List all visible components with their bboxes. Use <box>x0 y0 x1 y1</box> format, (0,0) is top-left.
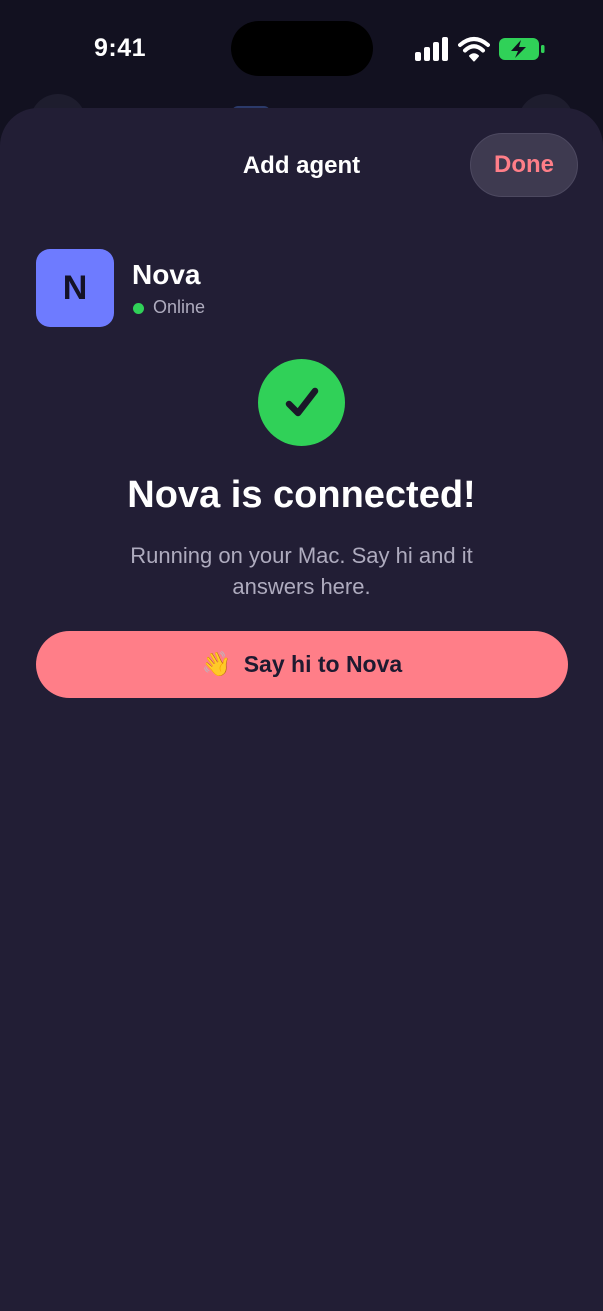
battery-charging-icon <box>499 38 545 60</box>
agent-avatar: N <box>36 249 114 327</box>
connected-subtext: Running on your Mac. Say hi and it answe… <box>130 543 473 599</box>
wifi-icon <box>458 37 490 62</box>
cellular-signal-icon <box>415 37 448 61</box>
screen: 9:41 Add agent Done N Nova Online Nova i… <box>0 0 603 1311</box>
agent-name: Nova <box>132 259 201 290</box>
say-hi-label: Say hi to Nova <box>243 651 403 677</box>
add-agent-sheet: Add agent Done N Nova Online Nova is con… <box>0 108 603 1311</box>
success-check-badge <box>258 359 345 446</box>
say-hi-button[interactable]: 👋 Say hi to Nova <box>36 631 568 698</box>
status-icons <box>414 36 546 62</box>
done-button[interactable]: Done <box>470 133 578 197</box>
agent-status: Online <box>153 297 206 317</box>
dynamic-island <box>231 21 373 76</box>
status-time: 9:41 <box>94 34 147 62</box>
agent-row: N Nova Online <box>36 249 436 327</box>
online-status-dot <box>133 303 144 314</box>
waving-hand-icon: 👋 <box>201 650 232 678</box>
status-bar: 9:41 <box>0 0 603 100</box>
checkmark-icon <box>285 387 318 416</box>
connected-headline: Nova is connected! <box>127 474 476 516</box>
